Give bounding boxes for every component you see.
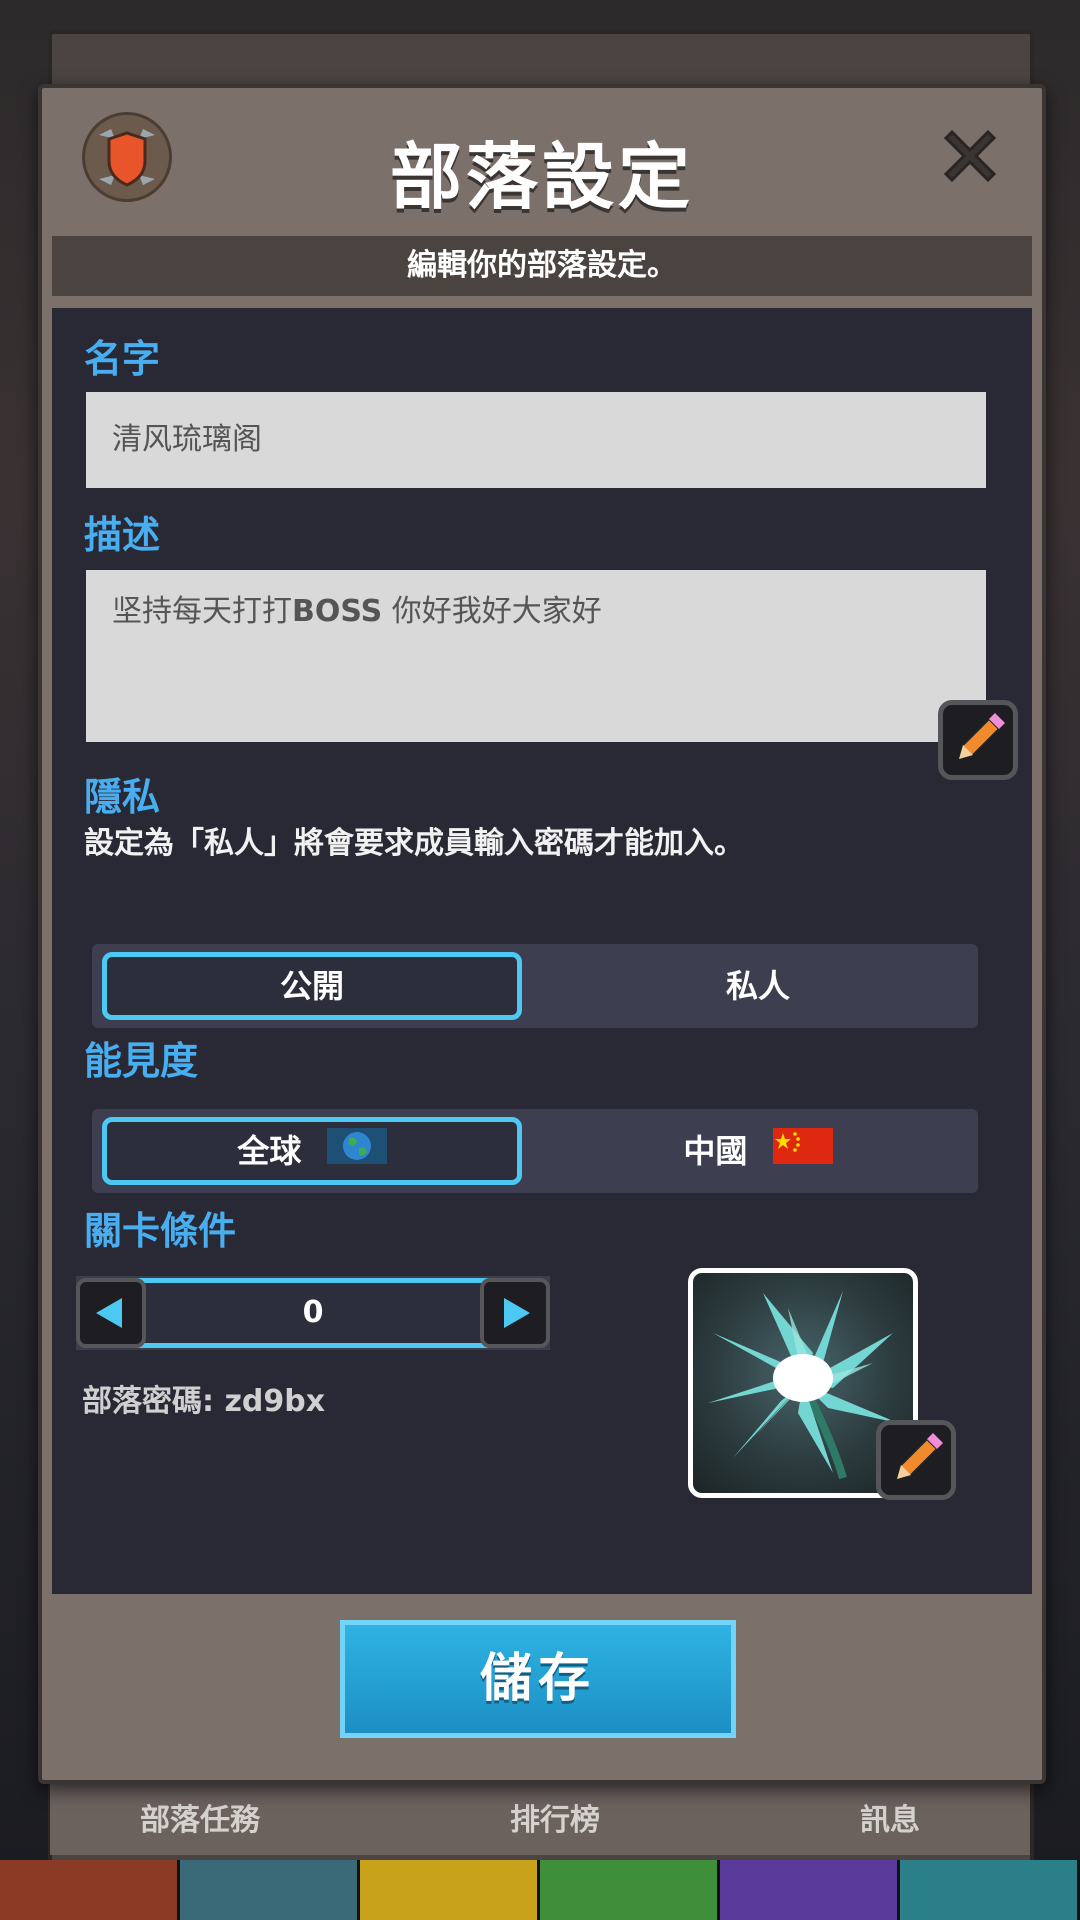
visibility-option-global[interactable]: 全球 (102, 1117, 522, 1185)
edit-emblem-button[interactable] (876, 1420, 956, 1500)
name-label: 名字 (84, 337, 161, 381)
description-text-bold: BOSS (292, 594, 383, 629)
visibility-option-global-label: 全球 (237, 1132, 302, 1170)
decrease-level-button[interactable] (76, 1278, 146, 1348)
background-tab-messages: 訊息 (860, 1803, 920, 1838)
privacy-option-public[interactable]: 公開 (102, 952, 522, 1020)
background-tab-leaderboard: 排行榜 (510, 1803, 600, 1838)
visibility-label: 能見度 (84, 1039, 199, 1083)
privacy-note: 設定為「私人」將會要求成員輸入密碼才能加入。 (84, 826, 744, 861)
edit-description-button[interactable] (938, 700, 1018, 780)
level-requirement-label: 關卡條件 (84, 1209, 237, 1253)
privacy-label: 隱私 (84, 775, 161, 819)
settings-content: 名字 清风琉璃阁 描述 坚持每天打打BOSS 你好我好大家好 隱私 設定為「私人… (52, 308, 1032, 1594)
increase-level-button[interactable] (480, 1278, 550, 1348)
close-button[interactable] (934, 120, 1006, 192)
pencil-icon (895, 1433, 943, 1481)
clan-settings-dialog: 部落設定 編輯你的部落設定。 名字 清风琉璃阁 描述 坚持每天打打BOSS 你好… (38, 84, 1046, 1784)
visibility-option-china-label: 中國 (683, 1132, 748, 1170)
privacy-option-private[interactable]: 私人 (538, 944, 978, 1028)
close-icon (943, 129, 997, 183)
privacy-toggle: 公開 私人 (92, 944, 978, 1028)
background-category-bar (0, 1860, 1080, 1920)
arrow-left-icon (96, 1298, 122, 1328)
pencil-icon (957, 713, 1005, 761)
china-flag-icon (772, 1111, 833, 1195)
description-label: 描述 (84, 513, 161, 557)
arrow-right-icon (504, 1298, 530, 1328)
background-tab-clan-quests: 部落任務 (140, 1803, 260, 1838)
dialog-subtitle: 編輯你的部落設定。 (52, 236, 1032, 296)
level-requirement-value: 0 (136, 1278, 490, 1348)
description-text-suffix: 你好我好大家好 (382, 594, 602, 629)
clan-name-field[interactable]: 清风琉璃阁 (86, 392, 986, 488)
visibility-toggle: 全球 中國 (92, 1109, 978, 1193)
dialog-title: 部落設定 (389, 135, 694, 219)
description-field[interactable]: 坚持每天打打BOSS 你好我好大家好 (86, 570, 986, 742)
level-requirement-stepper: 0 (76, 1276, 550, 1350)
description-text: 坚持每天打打 (112, 594, 292, 629)
globe-icon (326, 1124, 387, 1182)
visibility-option-china[interactable]: 中國 (538, 1109, 978, 1193)
clan-password: 部落密碼: zd9bx (82, 1384, 326, 1419)
save-button[interactable]: 儲存 (340, 1620, 736, 1738)
